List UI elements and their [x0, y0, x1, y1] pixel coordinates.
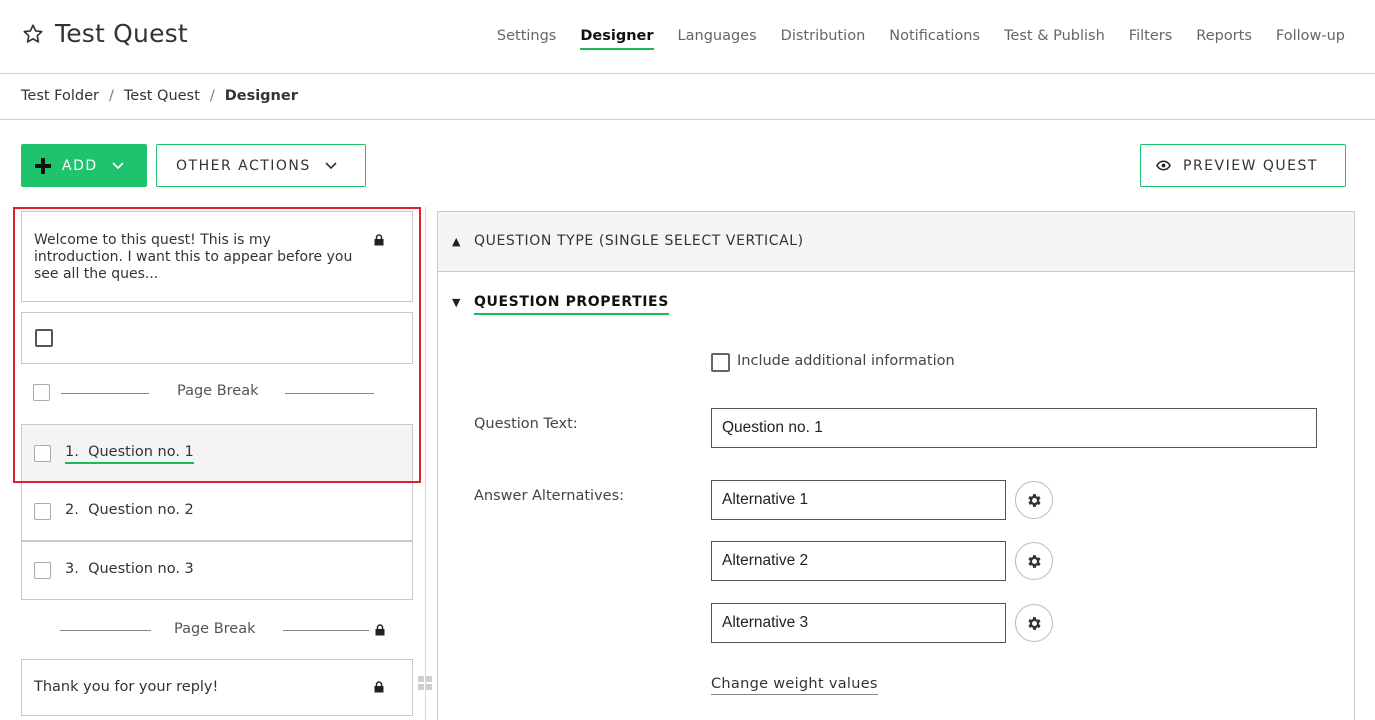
alternative-input[interactable]: Alternative 2: [711, 541, 1006, 581]
preview-quest-label: PREVIEW QUEST: [1183, 157, 1318, 174]
question-checkbox[interactable]: [34, 445, 51, 462]
page-break-label: Page Break: [174, 621, 256, 637]
thank-you-page-card[interactable]: Thank you for your reply!: [21, 659, 413, 716]
panel-resize-divider[interactable]: [425, 207, 426, 720]
intro-text: Welcome to this quest! This is my introd…: [34, 232, 353, 282]
nav-languages[interactable]: Languages: [678, 28, 757, 50]
favorite-star-icon[interactable]: [22, 23, 44, 45]
nav-notifications[interactable]: Notifications: [889, 28, 980, 50]
eye-icon: [1156, 160, 1171, 171]
include-info-checkbox[interactable]: [711, 353, 730, 372]
top-header: Test Quest Settings Designer Languages D…: [0, 0, 1375, 74]
empty-item-checkbox[interactable]: [35, 329, 53, 347]
gear-icon: [1027, 493, 1041, 507]
nav-designer[interactable]: Designer: [580, 28, 654, 50]
breadcrumb-separator: /: [108, 88, 114, 104]
thank-you-text: Thank you for your reply!: [34, 679, 219, 695]
question-editor-panel: ▲ QUESTION TYPE (SINGLE SELECT VERTICAL)…: [437, 211, 1355, 720]
question-checkbox[interactable]: [34, 562, 51, 579]
nav-filters[interactable]: Filters: [1129, 28, 1172, 50]
chevron-down-icon: [112, 161, 124, 169]
question-label: 1. Question no. 1: [65, 444, 194, 464]
chevron-down-icon: [325, 161, 337, 169]
lock-icon: [374, 234, 384, 246]
breadcrumb-divider: [0, 119, 1375, 120]
alternative-settings-button[interactable]: [1015, 542, 1053, 580]
question-title: Question no. 2: [88, 502, 194, 518]
question-type-header[interactable]: ▲ QUESTION TYPE (SINGLE SELECT VERTICAL): [438, 212, 1354, 272]
alternative-settings-button[interactable]: [1015, 481, 1053, 519]
alternative-input[interactable]: Alternative 3: [711, 603, 1006, 643]
question-item[interactable]: 3. Question no. 3: [21, 541, 413, 600]
change-weight-values-link[interactable]: Change weight values: [711, 676, 878, 695]
empty-item-card[interactable]: [21, 312, 413, 364]
quest-title: Test Quest: [55, 19, 188, 48]
question-number: 1.: [65, 444, 79, 460]
breadcrumb: Test Folder / Test Quest / Designer: [21, 88, 298, 104]
question-number: 3.: [65, 561, 79, 577]
gear-icon: [1027, 616, 1041, 630]
resize-handle-icon[interactable]: [418, 676, 432, 690]
question-number: 2.: [65, 502, 79, 518]
include-info-label: Include additional information: [737, 353, 955, 369]
alternative-settings-button[interactable]: [1015, 604, 1053, 642]
other-actions-label: OTHER ACTIONS: [176, 157, 311, 174]
page-break-row-locked: Page Break: [21, 610, 413, 650]
page-break-row[interactable]: Page Break: [21, 372, 413, 412]
intro-page-card[interactable]: Welcome to this quest! This is my introd…: [21, 211, 413, 302]
question-properties-label[interactable]: QUESTION PROPERTIES: [474, 294, 669, 315]
page-break-line: [61, 393, 149, 394]
other-actions-button[interactable]: OTHER ACTIONS: [156, 144, 366, 187]
nav-reports[interactable]: Reports: [1196, 28, 1252, 50]
main-nav: Settings Designer Languages Distribution…: [473, 28, 1345, 50]
breadcrumb-separator: /: [209, 88, 215, 104]
gear-icon: [1027, 554, 1041, 568]
preview-quest-button[interactable]: PREVIEW QUEST: [1140, 144, 1346, 187]
alternative-input[interactable]: Alternative 1: [711, 480, 1006, 520]
breadcrumb-quest[interactable]: Test Quest: [124, 88, 200, 104]
page-break-line: [60, 630, 151, 631]
add-button-label: ADD: [62, 157, 98, 174]
breadcrumb-current: Designer: [224, 88, 298, 104]
nav-follow-up[interactable]: Follow-up: [1276, 28, 1345, 50]
expand-triangle-down-icon[interactable]: ▼: [452, 296, 460, 309]
nav-settings[interactable]: Settings: [497, 28, 556, 50]
answer-alternatives-label: Answer Alternatives:: [474, 488, 625, 504]
question-item[interactable]: 2. Question no. 2: [21, 482, 413, 541]
nav-distribution[interactable]: Distribution: [781, 28, 866, 50]
question-title: Question no. 1: [88, 444, 194, 460]
lock-icon: [375, 624, 385, 636]
question-text-input[interactable]: Question no. 1: [711, 408, 1317, 448]
question-label: 2. Question no. 2: [65, 502, 194, 518]
breadcrumb-folder[interactable]: Test Folder: [21, 88, 99, 104]
plus-icon: [35, 157, 51, 174]
question-title: Question no. 3: [88, 561, 194, 577]
question-item[interactable]: 1. Question no. 1: [21, 424, 413, 483]
page-break-label: Page Break: [177, 383, 259, 399]
question-type-label: QUESTION TYPE (SINGLE SELECT VERTICAL): [474, 233, 804, 249]
page-break-line: [285, 393, 374, 394]
question-checkbox[interactable]: [34, 503, 51, 520]
page-break-checkbox[interactable]: [33, 384, 50, 401]
add-button[interactable]: ADD: [21, 144, 147, 187]
question-text-label: Question Text:: [474, 416, 578, 432]
lock-icon: [374, 681, 384, 693]
nav-test-publish[interactable]: Test & Publish: [1004, 28, 1105, 50]
collapse-triangle-up-icon: ▲: [452, 235, 461, 248]
question-label: 3. Question no. 3: [65, 561, 194, 577]
page-break-line: [283, 630, 369, 631]
